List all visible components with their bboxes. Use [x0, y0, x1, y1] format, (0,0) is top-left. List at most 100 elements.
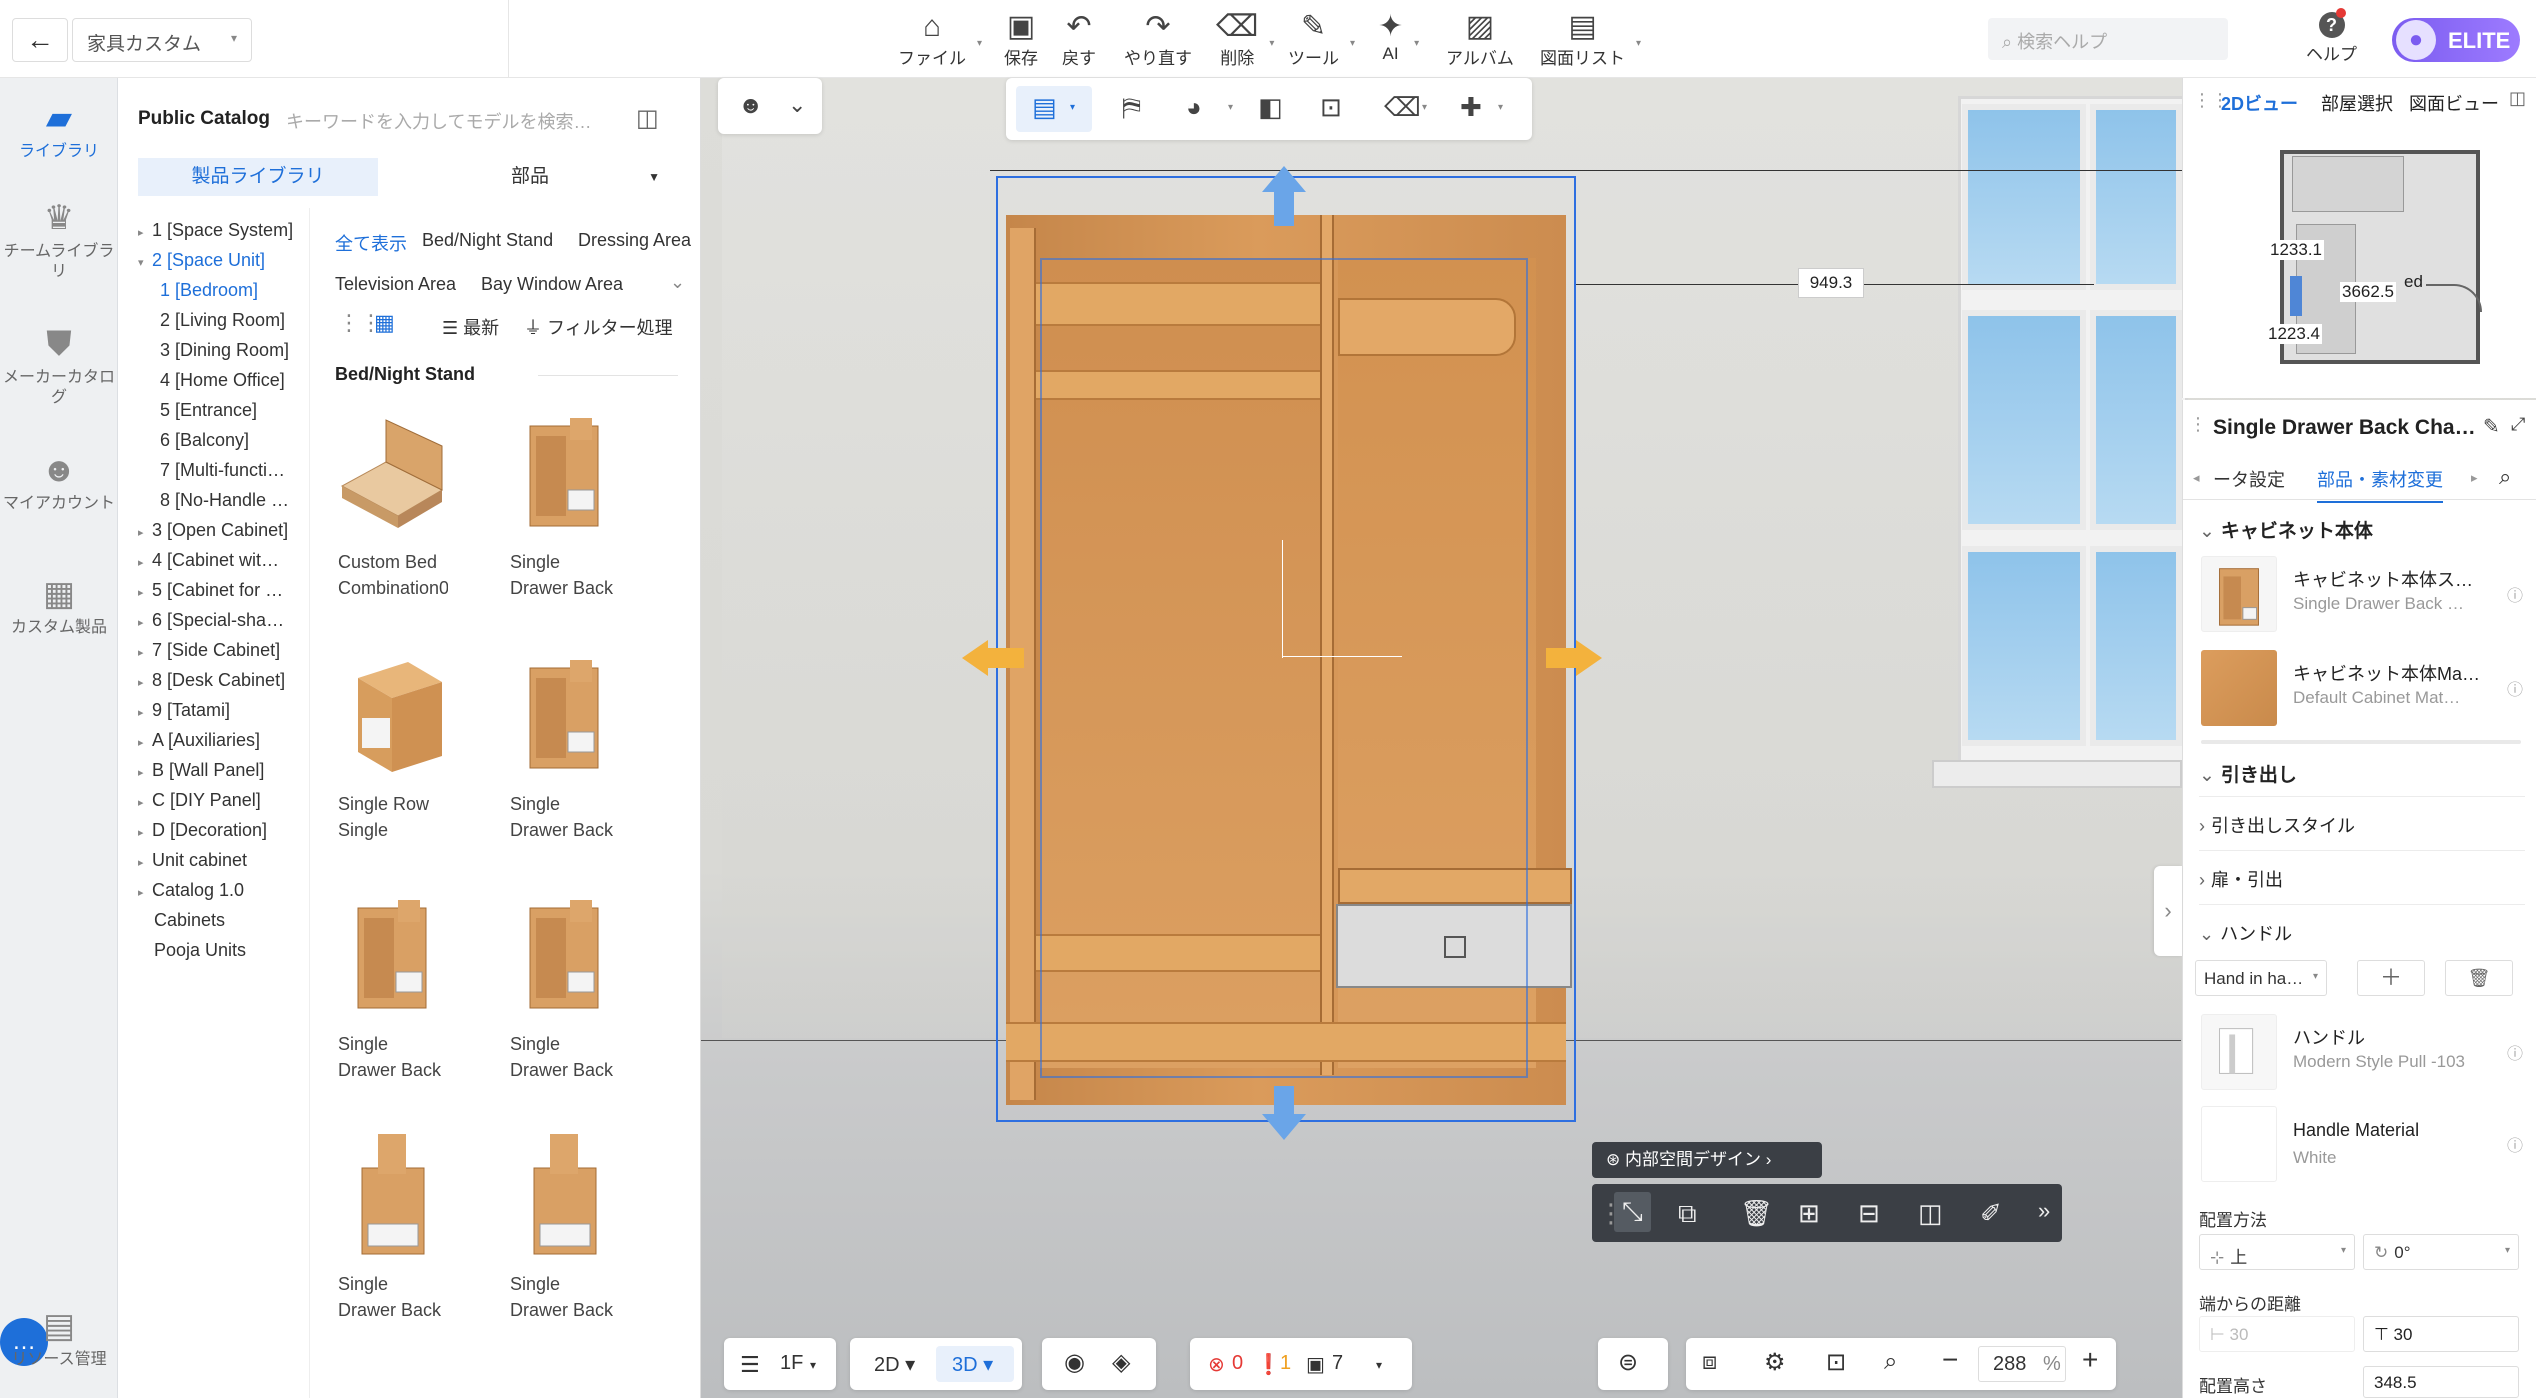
- info-icon[interactable]: ⓘ: [2507, 1132, 2523, 1156]
- product-card[interactable]: Single Row Single Drawer Hidden…: [338, 648, 446, 843]
- catalog-search-input[interactable]: キーワードを入力してモデルを検索…: [286, 108, 606, 134]
- placement-height-input[interactable]: 348.5: [2363, 1366, 2519, 1398]
- tree-item[interactable]: ▸ 3 [Open Cabinet]: [138, 520, 308, 541]
- account-badge[interactable]: ● ELITE: [2392, 18, 2520, 62]
- back-button[interactable]: ←: [12, 18, 68, 62]
- product-card[interactable]: Single Drawer Back Chamfer…: [510, 1128, 618, 1323]
- tree-item[interactable]: Cabinets: [154, 910, 324, 931]
- sort-button[interactable]: ☰ 最新: [442, 314, 499, 340]
- nav-resource-management[interactable]: ▤ リソース管理: [0, 1306, 118, 1370]
- view-settings-icon[interactable]: ⚙: [1764, 1348, 1786, 1377]
- tools-menu-button[interactable]: ✎ ツール ▾: [1288, 10, 1355, 69]
- floor-selector[interactable]: ☰ 1F ▾: [724, 1338, 836, 1390]
- filter-bay-window-area[interactable]: Bay Window Area: [481, 274, 623, 295]
- edit-icon[interactable]: ✎: [2483, 414, 2500, 439]
- search-icon[interactable]: ⌕: [2499, 464, 2511, 490]
- product-card[interactable]: Custom Bed Combination01: [338, 406, 448, 601]
- tree-item[interactable]: ▸ C [DIY Panel]: [138, 790, 308, 811]
- panel-collapse-handle[interactable]: ›: [2154, 866, 2182, 956]
- album-button[interactable]: ▨ アルバム: [1446, 10, 1514, 69]
- scale-icon[interactable]: ⤡: [1614, 1192, 1651, 1232]
- nav-library[interactable]: ▰ ライブラリ: [0, 98, 118, 162]
- tree-item[interactable]: ▸ Catalog 1.0: [138, 880, 308, 901]
- add-handle-button[interactable]: ＋: [2357, 960, 2425, 996]
- zoom-input[interactable]: 288 %: [1978, 1346, 2066, 1382]
- product-card[interactable]: Single Drawer Back Chamfer…: [510, 888, 618, 1083]
- help-button[interactable]: ? ヘルプ: [2306, 12, 2357, 65]
- file-menu-button[interactable]: ⌂ ファイル ▾: [898, 10, 982, 69]
- tree-item[interactable]: 7 [Multi-functi…: [160, 460, 308, 481]
- redo-button[interactable]: ↷ やり直す: [1124, 10, 1192, 69]
- nav-custom-products[interactable]: ▦ カスタム製品: [0, 574, 118, 638]
- plugin-icon[interactable]: ✚: [1460, 92, 1482, 123]
- nav-my-account[interactable]: ☻ マイアカウント: [0, 450, 118, 514]
- tree-item[interactable]: ▸ 4 [Cabinet wit…: [138, 550, 308, 571]
- tree-item[interactable]: ▸ D [Decoration]: [138, 820, 308, 841]
- material-brush-icon[interactable]: ◕: [1186, 92, 1202, 123]
- focus-icon[interactable]: ⊡: [1826, 1348, 1846, 1377]
- tree-item[interactable]: 8 [No-Handle …: [160, 490, 308, 511]
- tree-item[interactable]: ▸ Unit cabinet: [138, 850, 308, 871]
- horizontal-scrollbar[interactable]: [2201, 740, 2521, 744]
- tab-room-select[interactable]: 部屋選択: [2321, 90, 2393, 116]
- edge-horizontal-input[interactable]: ⊢ 30: [2199, 1316, 2355, 1352]
- save-button[interactable]: ▣ 保存: [1004, 10, 1038, 69]
- angle-select[interactable]: ↻ 0° ▾: [2363, 1234, 2519, 1270]
- split-icon[interactable]: ◫: [1918, 1198, 1943, 1229]
- paint-roller-icon[interactable]: ⛿: [1122, 92, 1141, 124]
- product-card[interactable]: Single Drawer Back Chamfer…: [338, 1128, 446, 1323]
- edge-vertical-input[interactable]: ⊤ 30: [2363, 1316, 2519, 1352]
- grid-large-icon[interactable]: ▦: [374, 310, 395, 336]
- tree-item[interactable]: ▸ 6 [Special-sha…: [138, 610, 308, 631]
- trash-icon[interactable]: 🗑: [1740, 1198, 1773, 1229]
- tree-item[interactable]: 5 [Entrance]: [160, 400, 308, 421]
- replace-icon[interactable]: ⧉: [1678, 1198, 1697, 1230]
- filter-dressing-area[interactable]: Dressing Area: [578, 230, 691, 251]
- drag-handle-icon[interactable]: ⋮: [2189, 414, 2207, 435]
- info-icon[interactable]: ⓘ: [2507, 1040, 2523, 1064]
- fit-icon[interactable]: ⊡: [1320, 92, 1342, 123]
- placement-select[interactable]: ⊹ 上 ▾: [2199, 1234, 2355, 1270]
- part-card[interactable]: キャビネット本体ス… Single Drawer Back … ⓘ: [2201, 556, 2523, 634]
- drawer-style-row[interactable]: › 引き出しスタイル: [2199, 812, 2355, 838]
- product-card[interactable]: Single Drawer Back Chamfer…: [510, 406, 618, 601]
- eye-icon[interactable]: ◉: [1064, 1348, 1085, 1377]
- filter-bed-night-stand[interactable]: Bed/Night Stand: [422, 230, 553, 251]
- part-card[interactable]: Handle Material White ⓘ: [2201, 1106, 2523, 1184]
- tree-item[interactable]: 3 [Dining Room]: [160, 340, 308, 361]
- nav-team-library[interactable]: ♛ チームライブラリ: [0, 198, 118, 282]
- delete-handle-button[interactable]: 🗑: [2445, 960, 2513, 996]
- tab-product-library[interactable]: 製品ライブラリ: [138, 158, 378, 196]
- filter-television-area[interactable]: Television Area: [335, 274, 456, 295]
- zoom-fit-icon[interactable]: ⌕: [1884, 1348, 1897, 1376]
- tab-parameters[interactable]: ータ設定: [2213, 466, 2285, 492]
- filter-button[interactable]: ⏚ フィルター処理: [524, 314, 673, 340]
- drawing-list-button[interactable]: ▤ 図面リスト ▾: [1540, 10, 1641, 69]
- brush-icon[interactable]: ✐: [1980, 1198, 2002, 1229]
- door-drawer-row[interactable]: › 扉・引出: [2199, 866, 2283, 892]
- cube-icon[interactable]: ◈: [1112, 1348, 1130, 1377]
- expand-icon[interactable]: ⤢: [2511, 414, 2525, 435]
- tree-item[interactable]: 2 [Living Room]: [160, 310, 308, 331]
- delete-button[interactable]: ⌫ 削除 ▾: [1216, 10, 1274, 69]
- section-cabinet-body[interactable]: ⌄ キャビネット本体: [2199, 516, 2373, 543]
- product-card[interactable]: Single Drawer Back Chamfer…: [510, 648, 618, 843]
- tree-item[interactable]: 4 [Home Office]: [160, 370, 308, 391]
- view-3d-button[interactable]: 3D ▾: [952, 1352, 993, 1377]
- view-person-selector[interactable]: ☻ ⌄: [718, 78, 822, 134]
- tree-item[interactable]: ▸ 5 [Cabinet for …: [138, 580, 308, 601]
- tree-item[interactable]: 6 [Balcony]: [160, 430, 308, 451]
- part-card[interactable]: ハンドル Modern Style Pull -103 ⓘ: [2201, 1014, 2523, 1092]
- zoom-in-button[interactable]: +: [2082, 1344, 2098, 1376]
- collapse-icon[interactable]: ◫: [2509, 88, 2526, 109]
- undo-button[interactable]: ↶ 戻す: [1062, 10, 1096, 69]
- settings-toggle[interactable]: ⊜: [1598, 1338, 1668, 1390]
- nav-maker-catalog[interactable]: ⛊ メーカーカタログ: [0, 324, 118, 408]
- handle-select[interactable]: Hand in ha… ▾: [2195, 960, 2327, 996]
- ai-menu-button[interactable]: ✦ AI ▾: [1378, 10, 1419, 64]
- chevron-right-icon[interactable]: ▸: [2471, 470, 2478, 486]
- info-icon[interactable]: ⓘ: [2507, 676, 2523, 700]
- section-handle[interactable]: ⌄ ハンドル: [2199, 920, 2292, 946]
- view-2d-button[interactable]: 2D ▾: [874, 1352, 915, 1377]
- select-tool-icon[interactable]: ▤: [1032, 92, 1057, 123]
